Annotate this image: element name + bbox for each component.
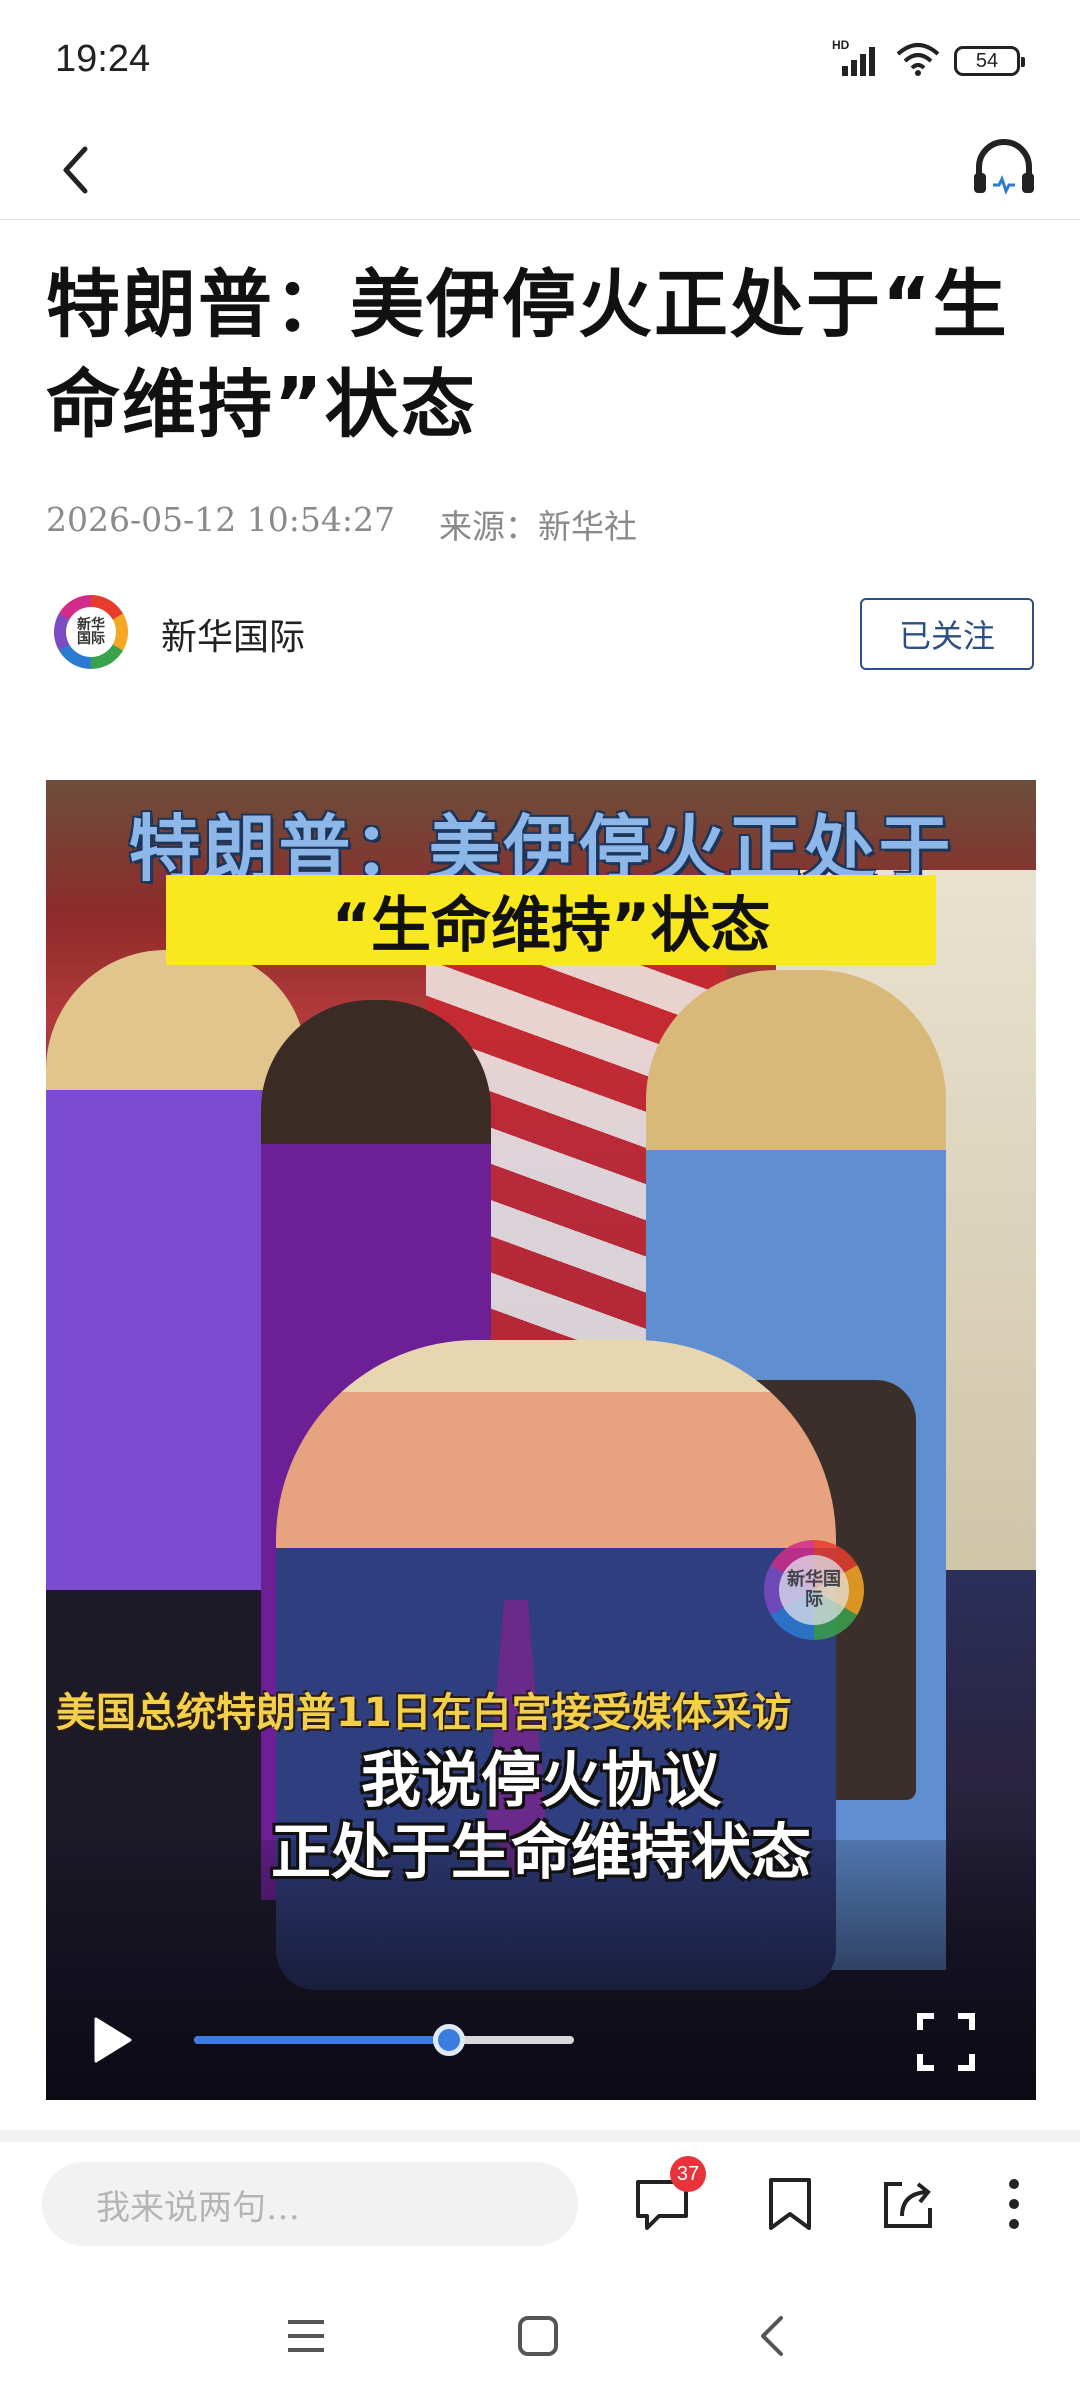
wifi-icon <box>896 42 940 80</box>
share-icon[interactable] <box>876 2172 940 2236</box>
author-logo-text: 新华国际 <box>66 607 116 657</box>
play-icon[interactable] <box>84 2012 140 2068</box>
status-icons: HD 54 <box>832 38 1025 80</box>
status-bar: 19:24 HD 54 <box>0 0 1080 120</box>
article-meta: 2026-05-12 10:54:27 来源：新华社 <box>46 500 637 548</box>
subtitle-line-2: 正处于生命维持状态 <box>271 1818 811 1888</box>
menu-icon[interactable] <box>274 2304 338 2368</box>
article-source: 来源：新华社 <box>438 507 637 546</box>
back-arrow-icon[interactable] <box>40 130 110 210</box>
divider <box>0 2130 1080 2142</box>
video-subtitle: 我说停火协议 正处于生命维持状态 <box>46 1745 1036 1889</box>
progress-fill <box>194 2036 449 2044</box>
subtitle-line-1: 我说停火协议 <box>361 1746 721 1816</box>
author-row: 新华国际 新华国际 已关注 <box>46 590 1034 680</box>
system-nav-bar <box>0 2272 1080 2400</box>
signal-icon: HD <box>832 38 882 78</box>
follow-button[interactable]: 已关注 <box>860 598 1034 670</box>
watermark-text: 新华国际 <box>779 1555 849 1625</box>
video-headline-bottom: “生命维持”状态 <box>166 875 936 965</box>
home-icon[interactable] <box>506 2304 570 2368</box>
fullscreen-icon[interactable] <box>916 2012 976 2072</box>
comment-count-badge: 37 <box>670 2156 706 2192</box>
comment-icon[interactable]: 37 <box>630 2156 706 2236</box>
top-nav-bar <box>0 120 1080 220</box>
watermark-logo: 新华国际 <box>764 1540 864 1640</box>
network-label: HD <box>832 38 850 52</box>
comment-bar: 我来说两句… 37 <box>0 2142 1080 2272</box>
video-progress-bar[interactable] <box>194 2024 574 2056</box>
back-icon[interactable] <box>740 2304 804 2368</box>
author-name[interactable]: 新华国际 <box>161 608 305 660</box>
publish-datetime: 2026-05-12 10:54:27 <box>46 500 395 539</box>
bookmark-icon[interactable] <box>758 2172 822 2236</box>
status-time: 19:24 <box>55 38 151 80</box>
video-player[interactable]: 特朗普：美伊停火正处于 “生命维持”状态 新华国际 美国总统特朗普11日在白宫接… <box>46 780 1036 2100</box>
more-icon[interactable] <box>982 2172 1046 2236</box>
comment-input[interactable]: 我来说两句… <box>42 2162 578 2246</box>
video-caption-small: 美国总统特朗普11日在白宫接受媒体采访 <box>56 1690 792 1736</box>
author-avatar[interactable]: 新华国际 <box>54 595 128 669</box>
progress-handle[interactable] <box>432 2024 465 2056</box>
headphones-icon[interactable] <box>964 126 1044 206</box>
article-title: 特朗普：美伊停火正处于“生命维持”状态 <box>46 262 1009 448</box>
video-controls <box>46 2000 1036 2080</box>
battery-icon: 54 <box>954 46 1025 76</box>
